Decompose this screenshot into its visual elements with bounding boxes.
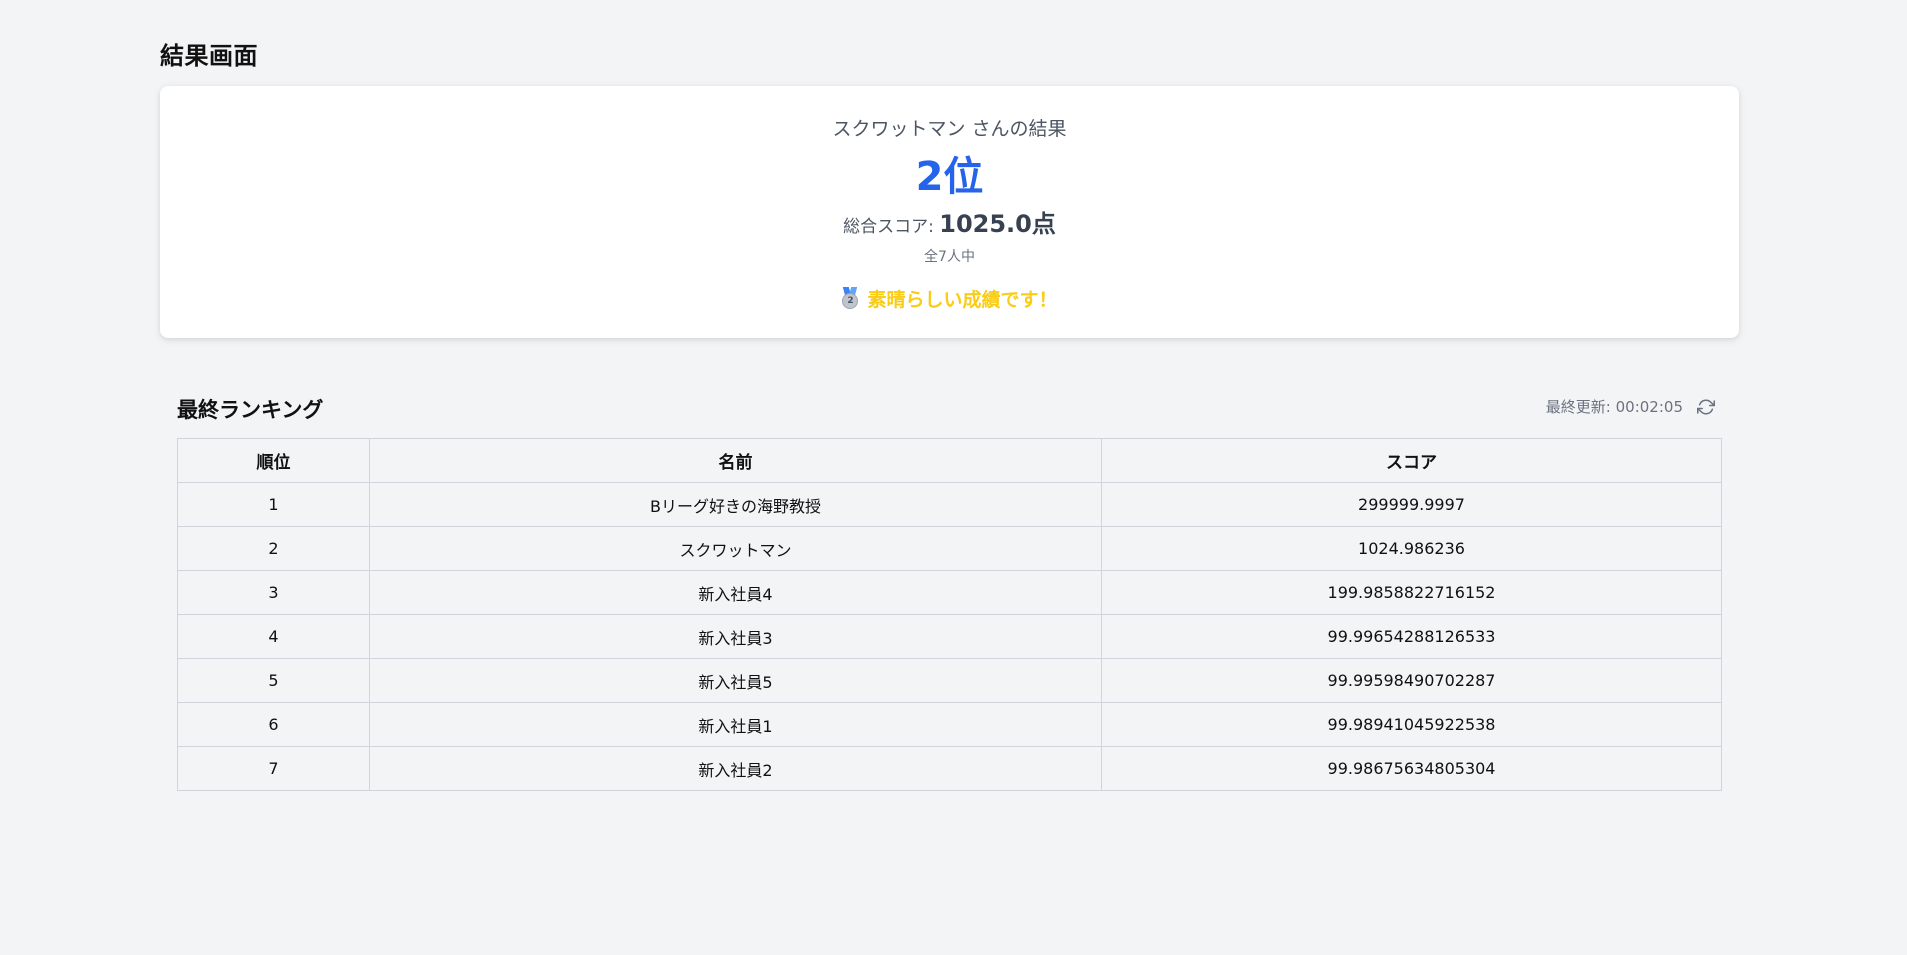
table-row: 6 新入社員1 99.98941045922538 <box>177 702 1722 747</box>
refresh-button[interactable] <box>1697 398 1715 416</box>
result-message: 素晴らしい成績です！ <box>867 289 1058 311</box>
name-cell: Bリーグ好きの海野教授 <box>369 482 1102 527</box>
last-updated-text: 最終更新: 00:02:05 <box>1545 398 1683 416</box>
name-cell: 新入社員2 <box>369 746 1102 791</box>
name-cell: スクワットマン <box>369 526 1102 571</box>
table-row: 5 新入社員5 99.99598490702287 <box>177 658 1722 703</box>
name-cell: 新入社員4 <box>369 570 1102 615</box>
table-row: 2 スクワットマン 1024.986236 <box>177 526 1722 571</box>
result-card: スクワットマン さんの結果 2位 総合スコア: 1025.0点 全7人中 2 素… <box>160 86 1739 338</box>
result-message-row: 2 素晴らしい成績です！ <box>160 285 1739 312</box>
table-row: 4 新入社員3 99.99654288126533 <box>177 614 1722 659</box>
rank-cell: 3 <box>177 570 370 615</box>
participant-total: 全7人中 <box>924 249 975 265</box>
refresh-icon <box>1697 399 1715 414</box>
table-header-row: 順位 名前 スコア <box>177 438 1722 483</box>
second-place-medal-icon: 2 <box>841 287 859 309</box>
score-cell: 199.9858822716152 <box>1101 570 1722 615</box>
ranking-table: 順位 名前 スコア 1 Bリーグ好きの海野教授 299999.9997 2 スク… <box>177 438 1722 791</box>
rank-cell: 6 <box>177 702 370 747</box>
page-title: 結果画面 <box>160 42 258 70</box>
score-cell: 99.98941045922538 <box>1101 702 1722 747</box>
ranking-title: 最終ランキング <box>177 398 324 422</box>
score-cell: 99.98675634805304 <box>1101 746 1722 791</box>
score-cell: 99.99654288126533 <box>1101 614 1722 659</box>
score-cell: 1024.986236 <box>1101 526 1722 571</box>
rank-cell: 4 <box>177 614 370 659</box>
rank-cell: 5 <box>177 658 370 703</box>
name-cell: 新入社員1 <box>369 702 1102 747</box>
score-label: 総合スコア: <box>843 217 940 237</box>
table-row: 1 Bリーグ好きの海野教授 299999.9997 <box>177 482 1722 527</box>
column-header-score: スコア <box>1101 438 1722 483</box>
rank-cell: 1 <box>177 482 370 527</box>
column-header-name: 名前 <box>369 438 1102 483</box>
name-cell: 新入社員5 <box>369 658 1102 703</box>
score-cell: 299999.9997 <box>1101 482 1722 527</box>
result-name-line: スクワットマン さんの結果 <box>832 118 1067 140</box>
result-rank: 2位 <box>915 154 984 200</box>
rank-cell: 7 <box>177 746 370 791</box>
last-updated: 最終更新: 00:02:05 <box>1546 396 1715 417</box>
score-cell: 99.99598490702287 <box>1101 658 1722 703</box>
column-header-rank: 順位 <box>177 438 370 483</box>
table-row: 3 新入社員4 199.9858822716152 <box>177 570 1722 615</box>
score-value: 1025.0点 <box>939 210 1056 238</box>
result-score-line: 総合スコア: 1025.0点 <box>160 204 1739 239</box>
table-row: 7 新入社員2 99.98675634805304 <box>177 746 1722 791</box>
rank-cell: 2 <box>177 526 370 571</box>
name-cell: 新入社員3 <box>369 614 1102 659</box>
